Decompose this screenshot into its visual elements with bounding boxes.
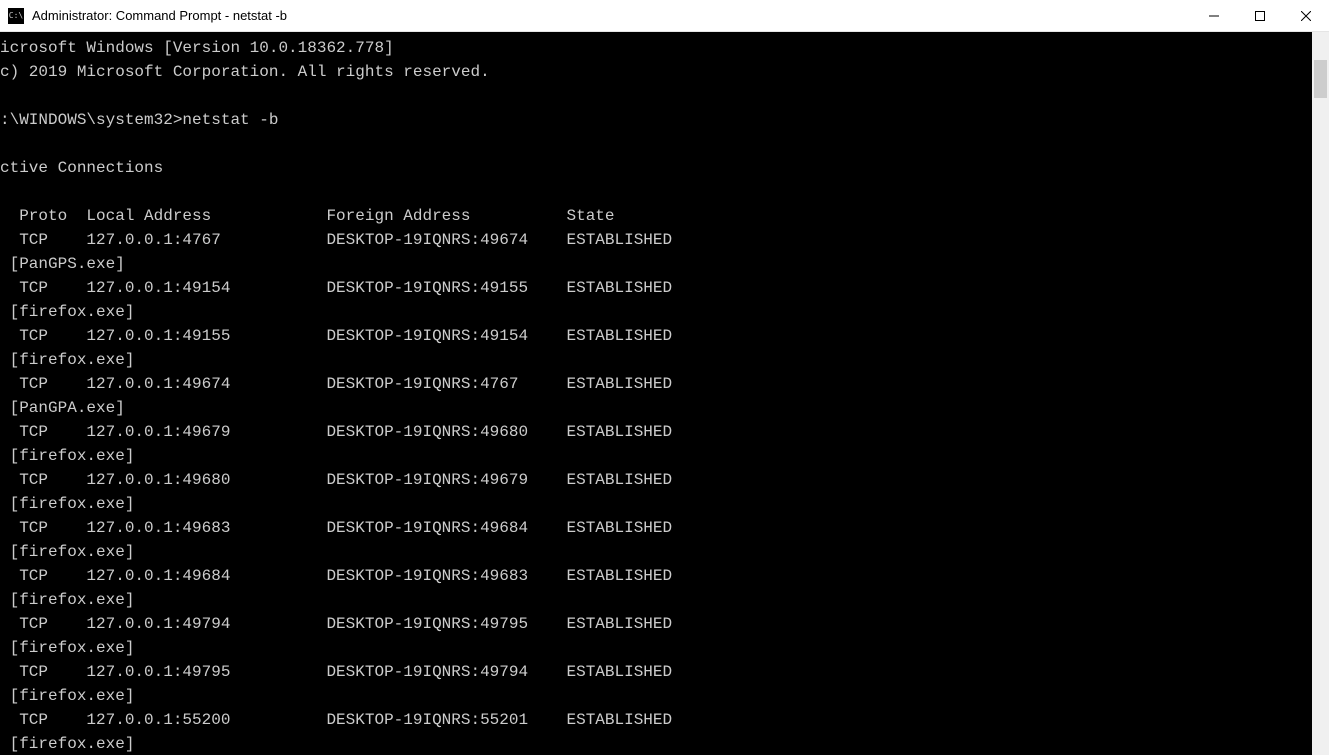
title-bar: C:\ Administrator: Command Prompt - nets…	[0, 0, 1329, 32]
maximize-button[interactable]	[1237, 0, 1283, 31]
window-controls	[1191, 0, 1329, 31]
minimize-button[interactable]	[1191, 0, 1237, 31]
window-title: Administrator: Command Prompt - netstat …	[32, 8, 1191, 23]
console-output[interactable]: icrosoft Windows [Version 10.0.18362.778…	[0, 32, 1312, 755]
close-button[interactable]	[1283, 0, 1329, 31]
close-icon	[1301, 11, 1311, 21]
maximize-icon	[1255, 11, 1265, 21]
vertical-scrollbar[interactable]	[1312, 32, 1329, 755]
scrollbar-thumb[interactable]	[1314, 60, 1327, 98]
minimize-icon	[1209, 11, 1219, 21]
cmd-icon: C:\	[8, 8, 24, 24]
